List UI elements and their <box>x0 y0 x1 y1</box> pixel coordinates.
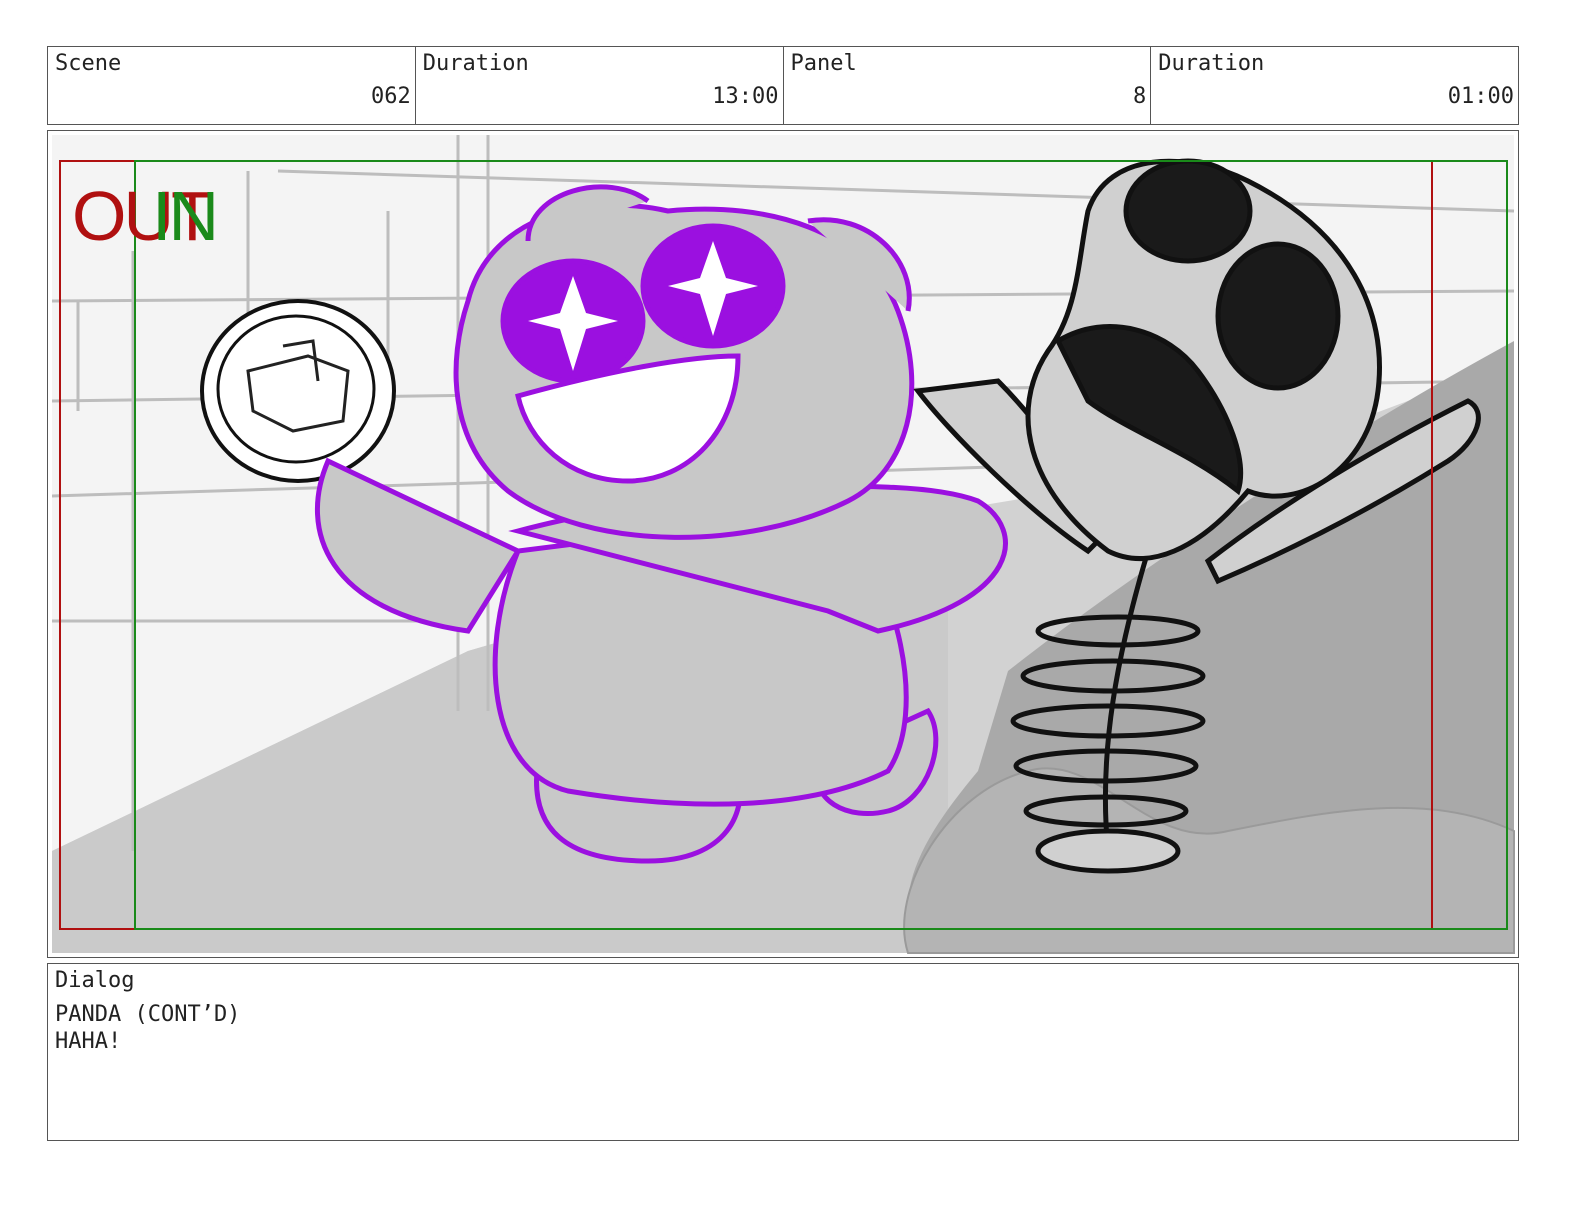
panel-header: Scene 062 Duration 13:00 Panel 8 Duratio… <box>47 46 1519 125</box>
in-marker: IN <box>152 177 219 255</box>
panel-duration-value[interactable]: 01:00 <box>1448 84 1514 109</box>
scene-value[interactable]: 062 <box>371 84 411 109</box>
panel-value[interactable]: 8 <box>1133 84 1146 109</box>
duration-value[interactable]: 13:00 <box>712 84 778 109</box>
duration-label: Duration <box>422 51 529 76</box>
dialog-line: HAHA! <box>55 1029 122 1054</box>
storyboard-frame[interactable]: OUT IN <box>47 130 1519 958</box>
panel-duration-label: Duration <box>1158 51 1265 76</box>
panel-duration-cell: Duration 01:00 <box>1151 47 1518 124</box>
scene-cell: Scene 062 <box>48 47 416 124</box>
panel-cell: Panel 8 <box>784 47 1152 124</box>
scene-label: Scene <box>55 51 122 76</box>
dialog-speaker: PANDA (CONT’D) <box>55 1002 241 1027</box>
dialog-box[interactable]: Dialog PANDA (CONT’D) HAHA! <box>47 963 1519 1141</box>
storyboard-drawing <box>51 135 1515 954</box>
panel-label: Panel <box>790 51 857 76</box>
duration-cell: Duration 13:00 <box>416 47 784 124</box>
coin-illustration <box>200 299 396 483</box>
dialog-label: Dialog <box>55 968 135 993</box>
